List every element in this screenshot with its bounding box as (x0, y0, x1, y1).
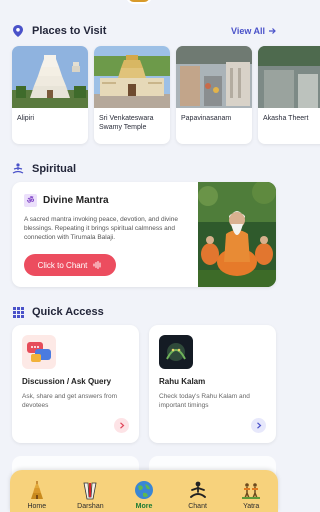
alipiri-image (12, 46, 88, 108)
discussion-title: Discussion / Ask Query (22, 377, 112, 386)
location-pin-icon (12, 25, 24, 37)
nav-yatra[interactable]: Yatra (228, 479, 274, 510)
namam-icon (79, 479, 101, 501)
chevron-right-icon (119, 422, 124, 429)
nav-darshan-label: Darshan (77, 503, 104, 510)
nav-home-label: Home (27, 503, 47, 510)
papavinasanam-image (176, 46, 252, 108)
place-name: Sri Venkateswara Swamy Temple (99, 115, 154, 131)
spiritual-section-header: Spiritual (12, 163, 76, 175)
places-carousel[interactable]: Alipiri Sri Venkateswara Swamy Temple Pa… (12, 46, 320, 144)
globe-icon (133, 479, 155, 501)
temple-image (94, 46, 170, 108)
discussion-card[interactable]: Discussion / Ask Query Ask, share and ge… (12, 325, 139, 443)
place-card-alipiri[interactable]: Alipiri (12, 46, 88, 144)
place-card-akasha-theertham[interactable]: Akasha Theert (258, 46, 320, 144)
place-card-venkateswara-temple[interactable]: Sri Venkateswara Swamy Temple (94, 46, 170, 144)
rahu-image (159, 335, 193, 369)
nav-home[interactable]: Home (14, 479, 60, 510)
click-to-chant-button[interactable]: Click to Chant (24, 254, 116, 276)
quick-access-title: Quick Access (32, 306, 104, 318)
view-all-label: View All (230, 26, 265, 36)
mantra-title: ॐ Divine Mantra (24, 194, 192, 207)
top-avatar (126, 0, 152, 4)
nav-darshan[interactable]: Darshan (67, 479, 113, 510)
nav-yatra-label: Yatra (243, 503, 260, 510)
nav-more-label: More (135, 503, 153, 510)
bottom-navigation: Home Darshan More Chant Yatra (10, 470, 278, 512)
nav-more[interactable]: More (121, 479, 167, 510)
chevron-right-icon (256, 422, 261, 429)
discussion-arrow-button[interactable] (114, 418, 129, 433)
view-all-link[interactable]: View All (231, 26, 276, 36)
place-name: Papavinasanam (181, 115, 232, 122)
mantra-description: A sacred mantra invoking peace, devotion… (24, 216, 178, 241)
pilgrims-icon (240, 479, 262, 501)
nav-chant[interactable]: Chant (175, 479, 221, 510)
rahu-kalam-card[interactable]: Rahu Kalam Check today's Rahu Kalam and … (149, 325, 276, 443)
temple-icon (26, 479, 48, 501)
rahu-kalam-title: Rahu Kalam (159, 377, 206, 386)
divine-mantra-card[interactable]: ॐ Divine Mantra A sacred mantra invoking… (12, 182, 276, 287)
place-name: Alipiri (17, 115, 35, 122)
places-section-header: Places to Visit (12, 25, 106, 37)
akasha-image (258, 46, 320, 108)
meditation-icon (187, 479, 209, 501)
om-icon: ॐ (24, 194, 37, 207)
grid-icon (12, 306, 24, 318)
mantra-title-text: Divine Mantra (43, 195, 109, 206)
rahu-kalam-desc: Check today's Rahu Kalam and important t… (159, 393, 250, 409)
chat-bubbles-icon (22, 335, 56, 369)
place-name: Akasha Theert (263, 115, 309, 122)
place-card-papavinasanam[interactable]: Papavinasanam (176, 46, 252, 144)
spiritual-section-title: Spiritual (32, 163, 77, 175)
nav-chant-label: Chant (188, 503, 207, 510)
rahu-kalam-arrow-button[interactable] (251, 418, 266, 433)
meditation-icon (12, 163, 24, 175)
sage-meditation-image (198, 182, 276, 287)
places-section-title: Places to Visit (32, 25, 107, 37)
quick-access-section-header: Quick Access (12, 306, 104, 318)
chant-button-label: Click to Chant (37, 260, 88, 270)
discussion-desc: Ask, share and get answers from devotees (22, 393, 118, 409)
arrow-right-icon (269, 28, 276, 34)
sound-wave-icon (93, 261, 101, 269)
